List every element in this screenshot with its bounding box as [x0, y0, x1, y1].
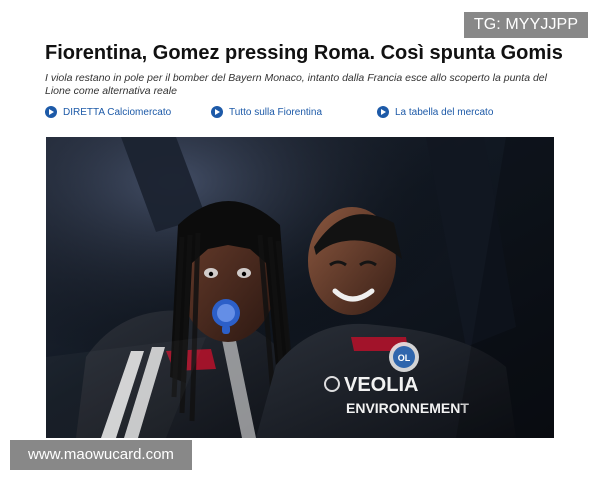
play-circle-icon	[45, 106, 57, 118]
play-circle-icon	[377, 106, 389, 118]
sponsor-line-1: VEOLIA	[344, 374, 418, 396]
article-subheadline: I viola restano in pole per il bomber de…	[45, 72, 547, 97]
sponsor-line-2: ENVIRONNEMENT	[346, 400, 469, 416]
link-label: Tutto sulla Fiorentina	[229, 106, 323, 118]
club-badge-text: OL	[398, 353, 411, 363]
article-photo: OL VEOLIA ENVIRONNEMENT	[46, 137, 554, 438]
link-tutto-fiorentina[interactable]: Tutto sulla Fiorentina	[211, 106, 322, 118]
photo-illustration: OL VEOLIA ENVIRONNEMENT	[46, 137, 554, 438]
link-label: DIRETTA Calciomercato	[63, 106, 172, 118]
article-headline: Fiorentina, Gomez pressing Roma. Così sp…	[45, 42, 563, 64]
link-diretta-calciomercato[interactable]: DIRETTA Calciomercato	[45, 106, 171, 118]
link-label: La tabella del mercato	[395, 106, 494, 118]
play-circle-icon	[211, 106, 223, 118]
link-tabella-mercato[interactable]: La tabella del mercato	[377, 106, 493, 118]
page: TG: MYYJJPP Fiorentina, Gomez pressing R…	[0, 0, 600, 480]
bottom-watermark: www.maowucard.com	[10, 440, 192, 470]
top-watermark: TG: MYYJJPP	[464, 12, 588, 38]
article-links: DIRETTA Calciomercato Tutto sulla Fioren…	[45, 106, 565, 122]
